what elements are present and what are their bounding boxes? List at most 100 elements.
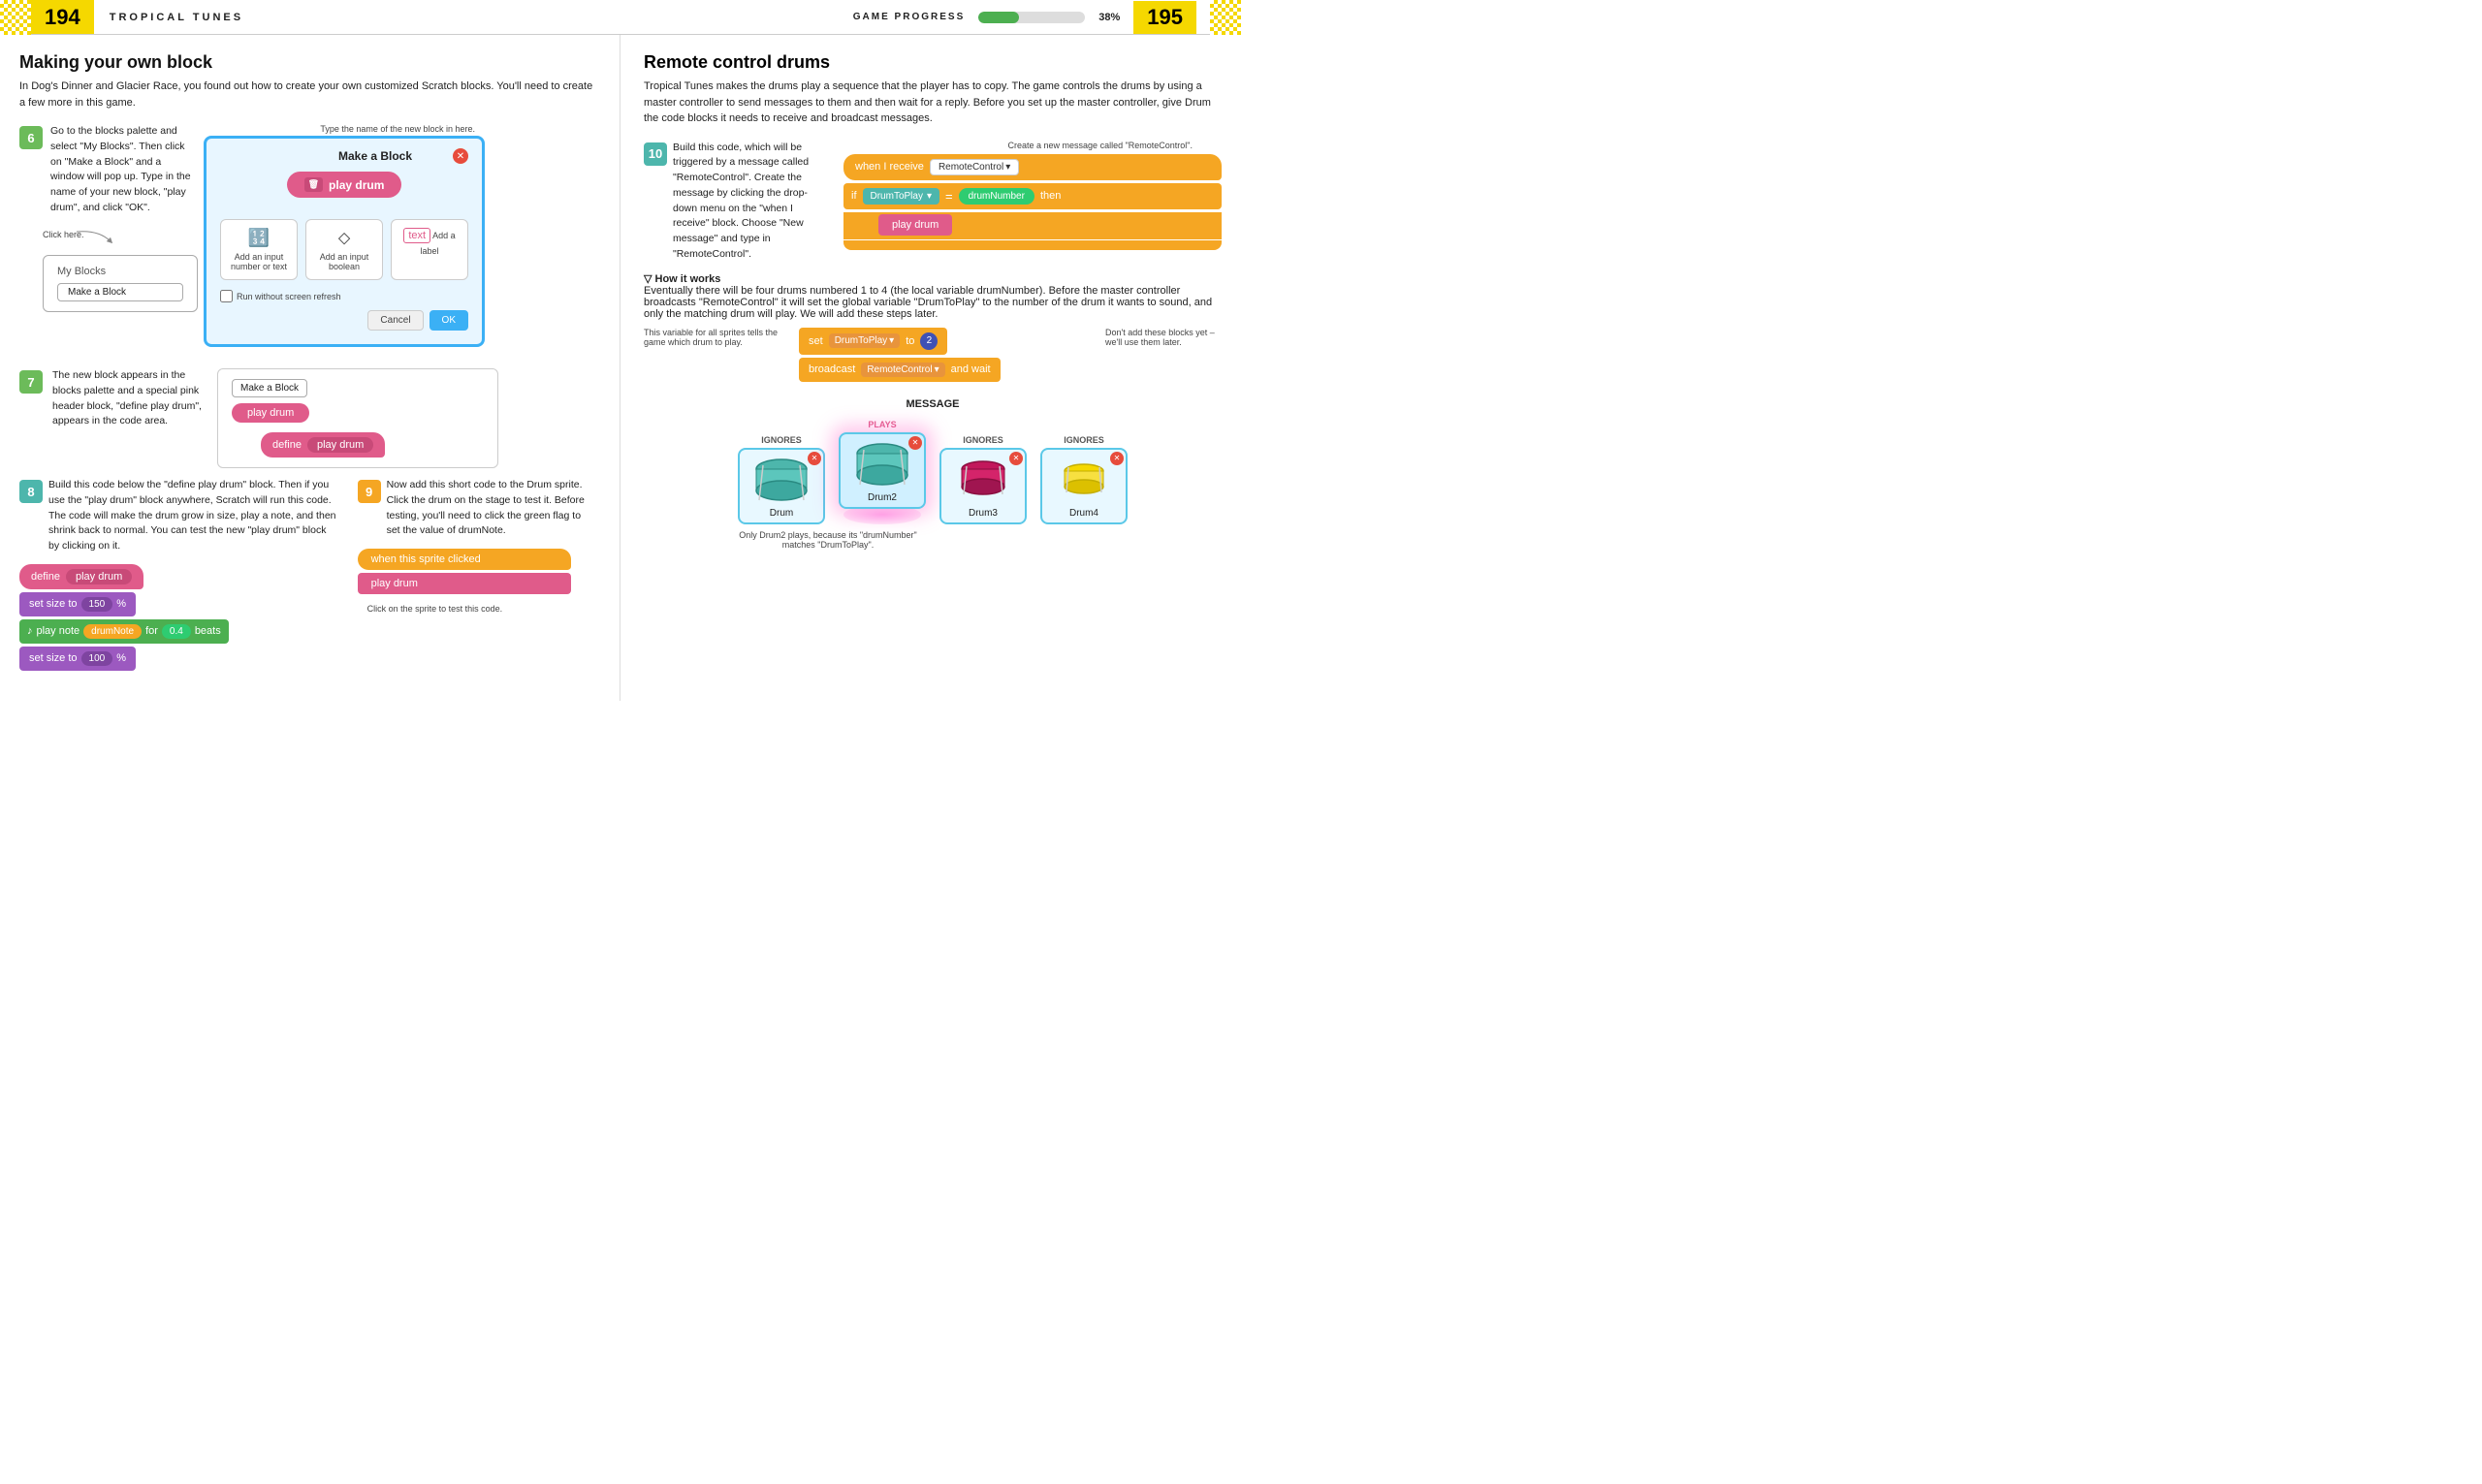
refresh-checkbox-row: Run without screen refresh — [220, 290, 468, 302]
step-6-content: 6 Go to the blocks palette and select "M… — [19, 124, 194, 216]
beats-label: beats — [195, 625, 221, 637]
step-9-area: 9 Now add this short code to the Drum sp… — [358, 478, 596, 683]
play-drum-palette-block[interactable]: play drum — [232, 403, 309, 423]
step-7-define-area: define play drum — [232, 432, 484, 458]
drums-section: MESSAGE IGNORES ✕ Drum — [644, 398, 1222, 550]
drum-3-sprite[interactable]: ✕ Drum3 — [939, 448, 1027, 524]
input-boolean-icon: ⬦ — [312, 228, 376, 248]
remote-control-msg[interactable]: RemoteControl ▾ — [930, 159, 1019, 175]
drum-note-value: drumNote — [83, 624, 142, 639]
drum-4-tag: IGNORES — [1040, 435, 1128, 445]
drum-1-label: Drum — [746, 508, 817, 519]
drum-2-close[interactable]: ✕ — [908, 436, 922, 450]
play-drum-define-label: play drum — [66, 569, 132, 584]
set-label: set — [809, 335, 823, 347]
equals-sign: = — [945, 189, 953, 204]
dialog-close-button[interactable]: ✕ — [453, 148, 468, 164]
drum-4-sprite[interactable]: ✕ Drum4 — [1040, 448, 1128, 524]
note-icon: ♪ — [27, 625, 33, 637]
step-8-code: define play drum set size to 150 % ♪ pla… — [19, 564, 338, 674]
drum-to-play-var: DrumToPlay ▾ — [829, 333, 901, 348]
step-9-code: when this sprite clicked play drum — [358, 549, 596, 594]
step-6-left: 6 Go to the blocks palette and select "M… — [19, 124, 194, 318]
callout-arrow-click — [72, 230, 120, 249]
drum2-callout: Only Drum2 plays, because its "drumNumbe… — [731, 530, 925, 550]
my-blocks-label: My Blocks — [57, 266, 183, 277]
how-it-works-text: Eventually there will be four drums numb… — [644, 285, 1212, 320]
add-input-number-option[interactable]: 🔢 Add an input number or text — [220, 219, 298, 280]
to-label: to — [906, 335, 914, 347]
chapter-title: TROPICAL TUNES — [94, 12, 243, 23]
size-value-150: 150 — [81, 597, 113, 612]
rc-code-stack: when I receive RemoteControl ▾ if DrumTo… — [843, 154, 1222, 258]
drum-2-sprite[interactable]: ✕ Drum2 — [839, 432, 926, 509]
drum-number-hex: drumNumber — [959, 188, 1034, 205]
my-blocks-area: Click here. My Blocks Make a Block — [43, 230, 198, 318]
drums-area: IGNORES ✕ Drum — [644, 420, 1222, 524]
step-10-num: 10 — [644, 142, 667, 166]
dialog-title-bar: Make a Block ✕ — [220, 148, 468, 164]
broadcast-msg: RemoteControl ▾ — [861, 363, 944, 377]
and-wait-label: and wait — [951, 363, 991, 375]
set-size-label-1: set size to — [29, 598, 78, 610]
drum-1-tag: IGNORES — [738, 435, 825, 445]
drum-1-close[interactable]: ✕ — [808, 452, 821, 465]
if-end-cap — [843, 240, 1222, 250]
step-7-text: The new block appears in the blocks pale… — [52, 368, 207, 429]
how-it-works: ▽ How it works Eventually there will be … — [644, 272, 1222, 320]
step-7-row: 7 The new block appears in the blocks pa… — [19, 368, 596, 468]
step-10-area: 10 Build this code, which will be trigge… — [644, 141, 1222, 263]
drum-1-container: IGNORES ✕ Drum — [738, 435, 825, 524]
dialog-title: Make a Block — [338, 149, 412, 163]
make-block-palette-btn[interactable]: Make a Block — [232, 379, 307, 397]
my-blocks-box: My Blocks Make a Block — [43, 255, 198, 312]
step-8-num: 8 — [19, 480, 43, 503]
drum-2-image — [852, 440, 912, 490]
step-10-row: 10 Build this code, which will be trigge… — [644, 141, 824, 263]
broadcast-label: broadcast — [809, 363, 855, 375]
refresh-checkbox[interactable] — [220, 290, 233, 302]
step-6-row: 6 Go to the blocks palette and select "M… — [19, 124, 596, 357]
make-block-button[interactable]: Make a Block — [57, 283, 183, 301]
ok-button[interactable]: OK — [430, 310, 468, 331]
drum-4-close[interactable]: ✕ — [1110, 452, 1124, 465]
progress-bar-fill — [978, 12, 1019, 23]
cancel-button[interactable]: Cancel — [367, 310, 423, 331]
dropdown-arrow: ▾ — [1005, 162, 1010, 173]
drum-3-container: IGNORES ✕ Drum3 — [939, 435, 1027, 524]
label-icon: text — [403, 228, 430, 243]
drum-1-sprite[interactable]: ✕ Drum — [738, 448, 825, 524]
percent-label-2: % — [116, 652, 126, 664]
dialog-buttons: Cancel OK — [220, 310, 468, 331]
define-block: define play drum — [19, 564, 143, 589]
progress-percent: 38% — [1098, 12, 1120, 23]
add-input-boolean-option[interactable]: ⬦ Add an input boolean — [305, 219, 383, 280]
drum-2-container: PLAYS ✕ Drum2 — [839, 420, 926, 524]
header-right: GAME PROGRESS 38% 195 — [853, 0, 1241, 35]
step-9-callout: Click on the sprite to test this code. — [367, 604, 596, 614]
dont-add-callout: Don't add these blocks yet – we'll use t… — [1105, 328, 1222, 347]
if-block: if DrumToPlay ▾ = drumNumber then — [843, 183, 1222, 209]
step-9-num: 9 — [358, 480, 381, 503]
step-8-text: Build this code below the "define play d… — [48, 478, 338, 554]
broadcast-dropdown: ▾ — [935, 364, 939, 375]
play-drum-inner: play drum — [307, 437, 373, 453]
drum-4-container: IGNORES ✕ Drum4 — [1040, 435, 1128, 524]
beats-value: 0.4 — [162, 624, 191, 639]
dialog-options: 🔢 Add an input number or text ⬦ Add an i… — [220, 219, 468, 280]
add-input-number-label: Add an input number or text — [231, 252, 287, 271]
dialog-block-name-text: play drum — [329, 178, 384, 192]
drum-3-close[interactable]: ✕ — [1009, 452, 1023, 465]
progress-label: GAME PROGRESS — [853, 12, 965, 22]
play-note-block: ♪ play note drumNote for 0.4 beats — [19, 619, 229, 644]
variable-callout: This variable for all sprites tells the … — [644, 328, 780, 347]
drum-to-play-hex: DrumToPlay ▾ — [863, 188, 940, 205]
step-6-text: Go to the blocks palette and select "My … — [50, 124, 194, 216]
when-sprite-clicked-block: when this sprite clicked — [358, 549, 571, 570]
click-callout: Click here. — [43, 230, 198, 239]
progress-bar — [978, 12, 1085, 23]
step-9-text: Now add this short code to the Drum spri… — [387, 478, 596, 539]
when-receive-label: when I receive — [855, 161, 924, 173]
define-play-drum-block: define play drum — [261, 432, 385, 458]
add-label-option[interactable]: text Add a label — [391, 219, 468, 280]
